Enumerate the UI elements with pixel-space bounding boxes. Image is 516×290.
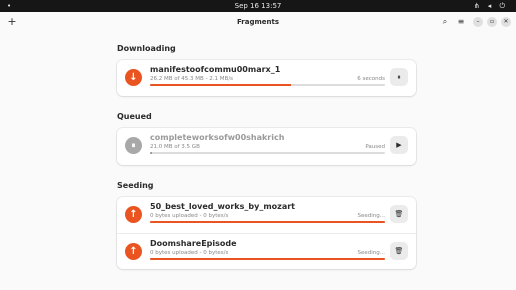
progress-fill [150, 84, 291, 86]
section-title-queued: Queued [117, 112, 152, 121]
search-icon[interactable]: ⌕ [439, 16, 451, 28]
torrent-eta: 6 seconds [357, 76, 385, 82]
minimize-button[interactable]: – [473, 17, 483, 27]
resume-button[interactable]: ▶ [390, 136, 408, 154]
progress-bar [150, 152, 385, 154]
torrent-status: Paused [365, 144, 385, 150]
torrent-upload-text: 0 bytes uploaded - 0 bytes/s [150, 213, 229, 219]
torrent-progress-text: 26.2 MB of 45.3 MB - 2.1 MB/s [150, 76, 234, 82]
delete-button[interactable]: 🗑 [390, 242, 408, 260]
system-top-bar: • Sep 16 13:57 ⋔ ◂ ⏻ [0, 0, 516, 12]
torrent-name: DoomshareEpisode [150, 239, 237, 248]
torrent-name: manifestoofcommu00marx_1 [150, 65, 281, 74]
delete-button[interactable]: 🗑 [390, 205, 408, 223]
section-title-downloading: Downloading [117, 44, 176, 53]
system-status-icons[interactable]: ⋔ ◂ ⏻ [474, 0, 508, 12]
progress-fill [150, 221, 385, 223]
torrent-name: completeworksofw00shakrich [150, 133, 285, 142]
progress-bar [150, 221, 385, 223]
queued-list: ⏸ completeworksofw00shakrich 21.0 MB of … [117, 128, 416, 165]
progress-fill [150, 152, 153, 154]
close-button[interactable]: ✕ [501, 17, 511, 27]
progress-bar [150, 84, 385, 86]
torrent-status: Seeding... [357, 250, 386, 256]
torrent-row[interactable]: ↑ DoomshareEpisode 0 bytes uploaded - 0 … [117, 233, 416, 269]
upload-arrow-icon: ↑ [125, 206, 142, 223]
torrent-progress-text: 21.0 MB of 3.5 GB [150, 144, 200, 150]
pause-button[interactable]: ⏸ [390, 68, 408, 86]
menu-icon[interactable]: ≡ [455, 16, 467, 28]
paused-icon: ⏸ [125, 137, 142, 154]
maximize-button[interactable]: ▫ [487, 17, 497, 27]
torrent-upload-text: 0 bytes uploaded - 0 bytes/s [150, 250, 229, 256]
app-header-bar: + Fragments ⌕ ≡ – ▫ ✕ [0, 12, 516, 32]
upload-arrow-icon: ↑ [125, 243, 142, 260]
torrent-row[interactable]: ⏸ completeworksofw00shakrich 21.0 MB of … [117, 128, 416, 164]
downloading-list: ↓ manifestoofcommu00marx_1 26.2 MB of 45… [117, 60, 416, 96]
clock[interactable]: Sep 16 13:57 [0, 0, 516, 12]
torrent-row[interactable]: ↑ 50_best_loved_works_by_mozart 0 bytes … [117, 197, 416, 233]
seeding-list: ↑ 50_best_loved_works_by_mozart 0 bytes … [117, 197, 416, 269]
progress-fill [150, 258, 385, 260]
section-title-seeding: Seeding [117, 181, 154, 190]
torrent-name: 50_best_loved_works_by_mozart [150, 202, 295, 211]
torrent-status: Seeding... [357, 213, 386, 219]
torrent-row[interactable]: ↓ manifestoofcommu00marx_1 26.2 MB of 45… [117, 60, 416, 96]
download-arrow-icon: ↓ [125, 69, 142, 86]
progress-bar [150, 258, 385, 260]
